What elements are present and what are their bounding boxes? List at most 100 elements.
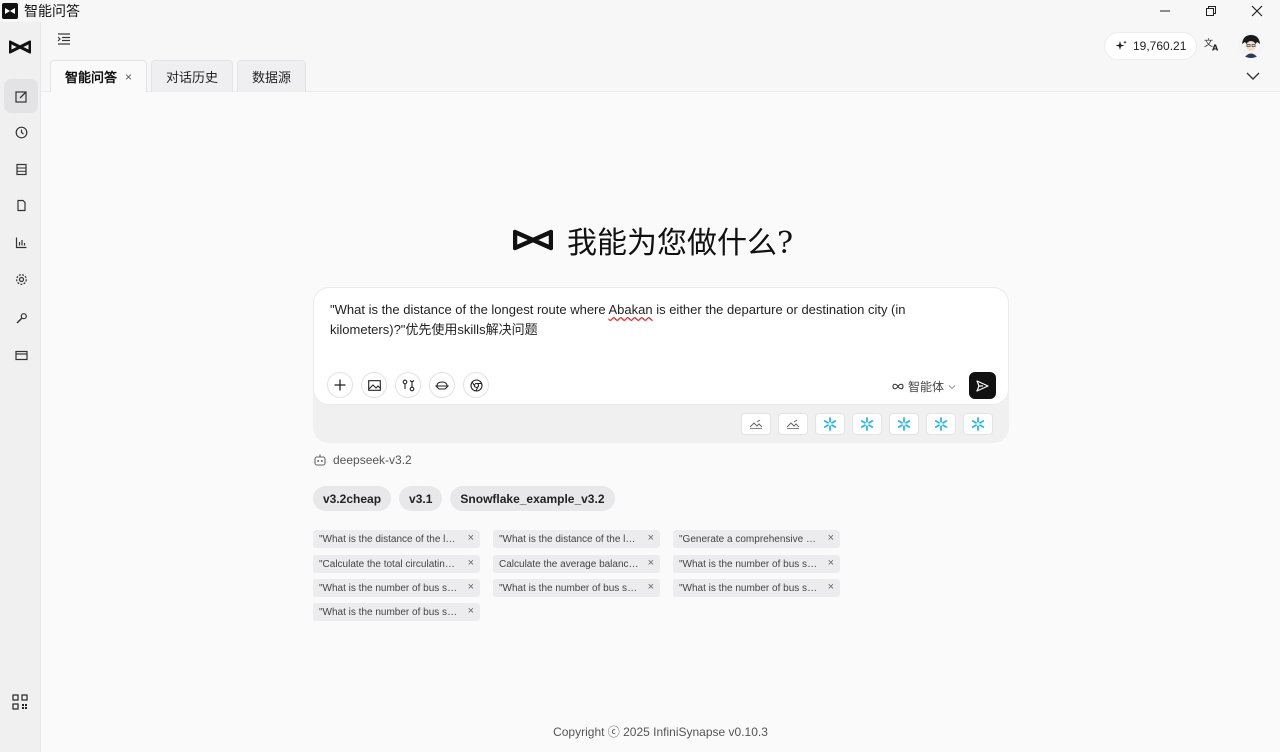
history-tag[interactable]: "What is the number of bus stops per × [313, 603, 480, 621]
history-tag[interactable]: "What is the number of bus stops in × [493, 579, 660, 597]
expand-chevron-icon[interactable] [1246, 68, 1260, 86]
avatar[interactable] [1238, 32, 1264, 58]
tab-smart-qa[interactable]: 智能问答 × [50, 60, 148, 92]
history-tag[interactable]: Calculate the average balance of account… [493, 555, 660, 573]
wrench-icon [15, 312, 27, 324]
close-icon[interactable]: × [468, 557, 474, 569]
model-chips: v3.2cheap v3.1 Snowflake_example_v3.2 [313, 486, 615, 511]
sidebar-item-tools[interactable] [4, 301, 38, 335]
chevron-down-icon [948, 384, 956, 389]
tab-label: 对话历史 [166, 70, 219, 85]
main-area: 智能问答 × 对话历史 数据源 19,760.21 文A 我能为您做什么? "W… [41, 22, 1280, 752]
infinity-icon [892, 383, 904, 390]
close-icon[interactable]: × [468, 581, 474, 593]
restore-button[interactable] [1188, 0, 1234, 22]
close-icon[interactable]: × [468, 605, 474, 617]
clock-icon [15, 126, 27, 138]
history-tag[interactable]: "What is the distance of the longest rou… [493, 530, 660, 548]
history-tag-text: "What is the distance of the longest rou… [499, 533, 639, 545]
gear-icon [15, 273, 27, 285]
sidebar-item-history[interactable] [4, 115, 38, 149]
tab-datasource[interactable]: 数据源 [237, 60, 307, 92]
close-icon[interactable]: × [648, 532, 654, 544]
upload-image-button[interactable] [361, 372, 387, 398]
close-icon[interactable]: × [468, 532, 474, 544]
database-icon [15, 163, 27, 175]
history-tag-text: "What is the number of bus stations [319, 582, 459, 594]
datasource-button[interactable] [741, 413, 771, 435]
bar-chart-icon [15, 237, 26, 248]
close-icon[interactable]: × [828, 532, 834, 544]
cloud-layers-icon [435, 381, 449, 390]
query-input-card[interactable]: "What is the distance of the longest rou… [313, 287, 1009, 405]
workflow-button[interactable] [395, 372, 421, 398]
sidebar-item-charts[interactable] [4, 225, 38, 259]
history-tag-text: "What is the number of bus stops near [679, 582, 819, 594]
snowflake-datasource-button[interactable] [889, 413, 919, 435]
sidebar-item-billing[interactable] [4, 338, 38, 372]
current-model[interactable]: deepseek-v3.2 [313, 453, 412, 467]
history-tag-text: "What is the number of bus stops per [319, 606, 459, 618]
model-chip[interactable]: Snowflake_example_v3.2 [450, 486, 615, 511]
close-icon[interactable]: × [648, 557, 654, 569]
model-name: deepseek-v3.2 [333, 453, 412, 467]
snowflake-datasource-button[interactable] [815, 413, 845, 435]
tab-history[interactable]: 对话历史 [151, 60, 234, 92]
history-tag[interactable]: "Calculate the total circulating supply × [313, 555, 480, 573]
robot-icon [314, 454, 326, 466]
collapse-sidebar-button[interactable] [57, 32, 71, 50]
snowflake-datasource-button[interactable] [852, 413, 882, 435]
edit-icon [14, 90, 27, 103]
hero-title: 我能为您做什么? [567, 226, 794, 261]
history-tag[interactable]: "Generate a comprehensive report × [673, 530, 840, 548]
plus-icon [334, 379, 346, 391]
query-input[interactable]: "What is the distance of the longest rou… [330, 300, 994, 340]
sidebar-item-datasource[interactable] [4, 152, 38, 186]
history-tag[interactable]: "What is the number of bus stops × [673, 555, 840, 573]
minimize-button[interactable] [1142, 0, 1188, 22]
web-search-button[interactable] [463, 372, 489, 398]
close-window-button[interactable] [1234, 0, 1280, 22]
app-logo-icon [2, 3, 18, 19]
send-icon [976, 379, 989, 392]
send-button[interactable] [969, 372, 996, 399]
tab-label: 智能问答 [65, 70, 118, 85]
add-attachment-button[interactable] [327, 372, 353, 398]
close-icon[interactable]: × [828, 581, 834, 593]
close-icon[interactable]: × [648, 581, 654, 593]
translate-icon[interactable]: 文A [1204, 37, 1220, 56]
model-chip[interactable]: v3.2cheap [313, 486, 392, 511]
model-chip[interactable]: v3.1 [399, 486, 443, 511]
sidebar-item-chat[interactable] [4, 79, 38, 113]
route-icon [402, 379, 414, 391]
brand-logo-icon[interactable] [8, 40, 32, 59]
copyright: Copyright ⓒ 2025 InfiniSynapse v0.10.3 [553, 725, 768, 739]
agent-mode-label: 智能体 [908, 380, 945, 394]
credits-badge[interactable]: 19,760.21 [1104, 32, 1198, 60]
snowflake-datasource-button[interactable] [963, 413, 993, 435]
credits-value: 19,760.21 [1133, 39, 1187, 53]
history-tag-text: "What is the distance of the longest rou… [319, 533, 459, 545]
history-tag[interactable]: "What is the distance of the longest rou… [313, 530, 480, 548]
composer: "What is the distance of the longest rou… [313, 287, 1009, 443]
mountain-pen-icon [749, 419, 763, 429]
close-tab-icon[interactable]: × [125, 70, 132, 84]
spellcheck-flagged-word: Abakan [608, 302, 653, 317]
datasource-button[interactable] [778, 413, 808, 435]
brand-logo-icon [513, 229, 553, 251]
history-tag-text: "What is the number of bus stops in [499, 582, 639, 594]
qr-code-icon[interactable] [12, 694, 28, 715]
chrome-icon [469, 378, 483, 392]
sidebar-item-docs[interactable] [4, 188, 38, 222]
sidebar-item-settings[interactable] [4, 262, 38, 296]
snowflake-icon [897, 417, 911, 431]
title-bar: 智能问答 [0, 0, 1280, 22]
history-tag-text: "What is the number of bus stops [679, 558, 819, 570]
snowflake-datasource-button[interactable] [926, 413, 956, 435]
history-tag[interactable]: "What is the number of bus stations × [313, 579, 480, 597]
agent-mode-select[interactable]: 智能体 [892, 378, 956, 395]
history-tag[interactable]: "What is the number of bus stops near × [673, 579, 840, 597]
close-icon[interactable]: × [828, 557, 834, 569]
history-tag-text: "Calculate the total circulating supply [319, 558, 459, 570]
knowledge-base-button[interactable] [429, 372, 455, 398]
